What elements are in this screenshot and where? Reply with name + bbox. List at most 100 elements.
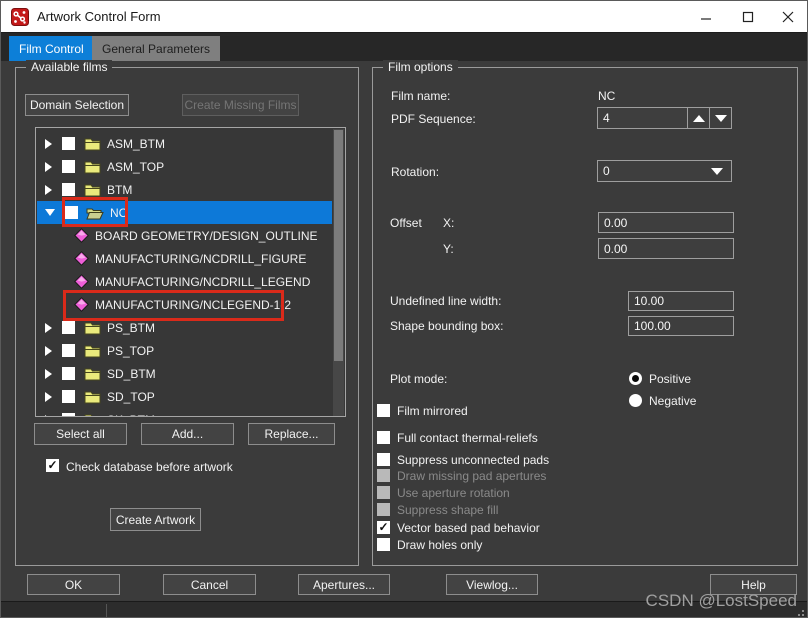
film-layer-icon	[74, 297, 89, 312]
spin-down-button[interactable]	[709, 108, 731, 128]
film-name-value: NC	[598, 89, 615, 103]
tree-item-manufacturing-ncdrill-figure[interactable]: MANUFACTURING/NCDRILL_FIGURE	[37, 247, 332, 270]
viewlog-button[interactable]: Viewlog...	[446, 574, 538, 595]
film-option-checkbox-suppress-shape-fill	[377, 503, 390, 516]
apertures-button[interactable]: Apertures...	[298, 574, 390, 595]
tree-item-btm[interactable]: BTM	[37, 178, 332, 201]
tree-item-asm-top[interactable]: ASM_TOP	[37, 155, 332, 178]
offset-y-input[interactable]: 0.00	[598, 238, 734, 259]
film-layer-icon	[74, 251, 89, 266]
tree-item-board-geometry-design-outline[interactable]: BOARD GEOMETRY/DESIGN_OUTLINE	[37, 224, 332, 247]
chevron-expanded-icon[interactable]	[45, 209, 55, 216]
status-divider	[106, 604, 107, 618]
tree-scrollbar-thumb[interactable]	[334, 130, 343, 361]
plot-mode-radio-negative[interactable]	[629, 394, 642, 407]
film-option-checkbox-full-contact-thermal-reliefs[interactable]	[377, 431, 390, 444]
pdf-sequence-value[interactable]: 4	[598, 111, 687, 125]
artwork-control-form-window: Artwork Control Form Film Control Genera…	[0, 0, 808, 618]
cancel-button[interactable]: Cancel	[163, 574, 256, 595]
chevron-collapsed-icon[interactable]	[45, 162, 52, 172]
ok-button[interactable]: OK	[27, 574, 120, 595]
folder-icon	[84, 160, 101, 174]
chevron-collapsed-icon[interactable]	[45, 139, 52, 149]
film-option-checkbox-draw-holes-only[interactable]	[377, 538, 390, 551]
pdf-sequence-spinner[interactable]: 4	[597, 107, 732, 129]
tree-scrollbar[interactable]	[333, 129, 344, 417]
tree-item-manufacturing-ncdrill-legend[interactable]: MANUFACTURING/NCDRILL_LEGEND	[37, 270, 332, 293]
resize-grip-icon[interactable]	[796, 608, 804, 616]
tree-item-sd-top[interactable]: SD_TOP	[37, 385, 332, 408]
film-option-label: Full contact thermal-reliefs	[397, 431, 538, 445]
folder-icon	[84, 390, 101, 404]
spin-up-button[interactable]	[687, 108, 709, 128]
film-layer-icon	[74, 228, 89, 243]
plot-mode-label-positive: Positive	[649, 372, 691, 386]
create-artwork-button[interactable]: Create Artwork	[110, 508, 201, 531]
chevron-down-icon	[711, 168, 723, 175]
tree-item-checkbox[interactable]	[62, 413, 75, 417]
folder-icon	[84, 137, 101, 151]
chevron-collapsed-icon[interactable]	[45, 369, 52, 379]
undefined-line-width-input[interactable]: 10.00	[628, 291, 734, 311]
undefined-line-width-label: Undefined line width:	[390, 294, 501, 308]
offset-x-input[interactable]: 0.00	[598, 212, 734, 233]
offset-y-label: Y:	[443, 242, 454, 256]
available-films-group-label: Available films	[26, 60, 112, 74]
domain-selection-button[interactable]: Domain Selection	[25, 94, 129, 116]
tree-item-nc[interactable]: NC	[37, 201, 332, 224]
film-option-label: Suppress unconnected pads	[397, 453, 549, 467]
film-option-label: Draw holes only	[397, 538, 482, 552]
arrow-down-icon	[715, 115, 727, 122]
tree-item-ps-top[interactable]: PS_TOP	[37, 339, 332, 362]
tree-item-label: PS_BTM	[107, 321, 155, 335]
chevron-collapsed-icon[interactable]	[45, 185, 52, 195]
check-database-checkbox[interactable]: ✓	[46, 459, 59, 472]
tree-item-asm-btm[interactable]: ASM_BTM	[37, 132, 332, 155]
pdf-sequence-label: PDF Sequence:	[391, 112, 476, 126]
tree-item-sk-btm[interactable]: SK_BTM	[37, 408, 332, 417]
film-layer-icon	[74, 274, 89, 289]
select-all-button[interactable]: Select all	[34, 423, 127, 445]
tree-item-sd-btm[interactable]: SD_BTM	[37, 362, 332, 385]
tree-item-checkbox[interactable]	[62, 160, 75, 173]
tree-item-checkbox[interactable]	[62, 390, 75, 403]
create-missing-films-button: Create Missing Films	[182, 94, 299, 116]
tree-item-checkbox[interactable]	[62, 321, 75, 334]
chevron-collapsed-icon[interactable]	[45, 392, 52, 402]
plot-mode-radio-positive[interactable]	[629, 372, 642, 385]
tree-item-checkbox[interactable]	[62, 367, 75, 380]
app-icon	[11, 8, 29, 26]
folder-icon	[84, 183, 101, 197]
film-option-checkbox-suppress-unconnected-pads[interactable]	[377, 453, 390, 466]
films-tree-list[interactable]: ASM_BTM ASM_TOP BTM NCBOARD GEOMETRY/DESIGN…	[35, 127, 346, 417]
film-options-group-label: Film options	[383, 60, 458, 74]
tree-item-ps-btm[interactable]: PS_BTM	[37, 316, 332, 339]
tree-item-manufacturing-nclegend-1-2[interactable]: MANUFACTURING/NCLEGEND-1-2	[37, 293, 332, 316]
chevron-collapsed-icon[interactable]	[45, 415, 52, 418]
chevron-collapsed-icon[interactable]	[45, 346, 52, 356]
tree-item-checkbox[interactable]	[62, 344, 75, 357]
maximize-icon	[742, 11, 754, 23]
film-option-label: Use aperture rotation	[397, 486, 510, 500]
film-option-checkbox-vector-based-pad-behavior[interactable]: ✓	[377, 521, 390, 534]
film-option-checkbox-film-mirrored[interactable]	[377, 404, 390, 417]
maximize-button[interactable]	[731, 1, 765, 32]
tree-item-checkbox[interactable]	[62, 137, 75, 150]
chevron-collapsed-icon[interactable]	[45, 323, 52, 333]
add-button[interactable]: Add...	[141, 423, 234, 445]
tab-film-control[interactable]: Film Control	[9, 36, 94, 61]
tree-item-label: BTM	[107, 183, 132, 197]
minimize-button[interactable]	[689, 1, 723, 32]
film-option-checkbox-use-aperture-rotation	[377, 486, 390, 499]
tab-general-parameters[interactable]: General Parameters	[92, 36, 220, 61]
replace-button[interactable]: Replace...	[248, 423, 335, 445]
tree-item-label: ASM_BTM	[107, 137, 165, 151]
rotation-dropdown[interactable]: 0	[597, 160, 732, 182]
close-button[interactable]	[771, 1, 805, 32]
tab-bar: Film Control General Parameters	[1, 33, 807, 61]
tree-item-checkbox[interactable]	[62, 183, 75, 196]
shape-bounding-box-input[interactable]: 100.00	[628, 316, 734, 336]
watermark: CSDN @LostSpeed	[646, 591, 797, 611]
tree-item-checkbox[interactable]	[65, 206, 78, 219]
film-option-label: Draw missing pad apertures	[397, 469, 546, 483]
